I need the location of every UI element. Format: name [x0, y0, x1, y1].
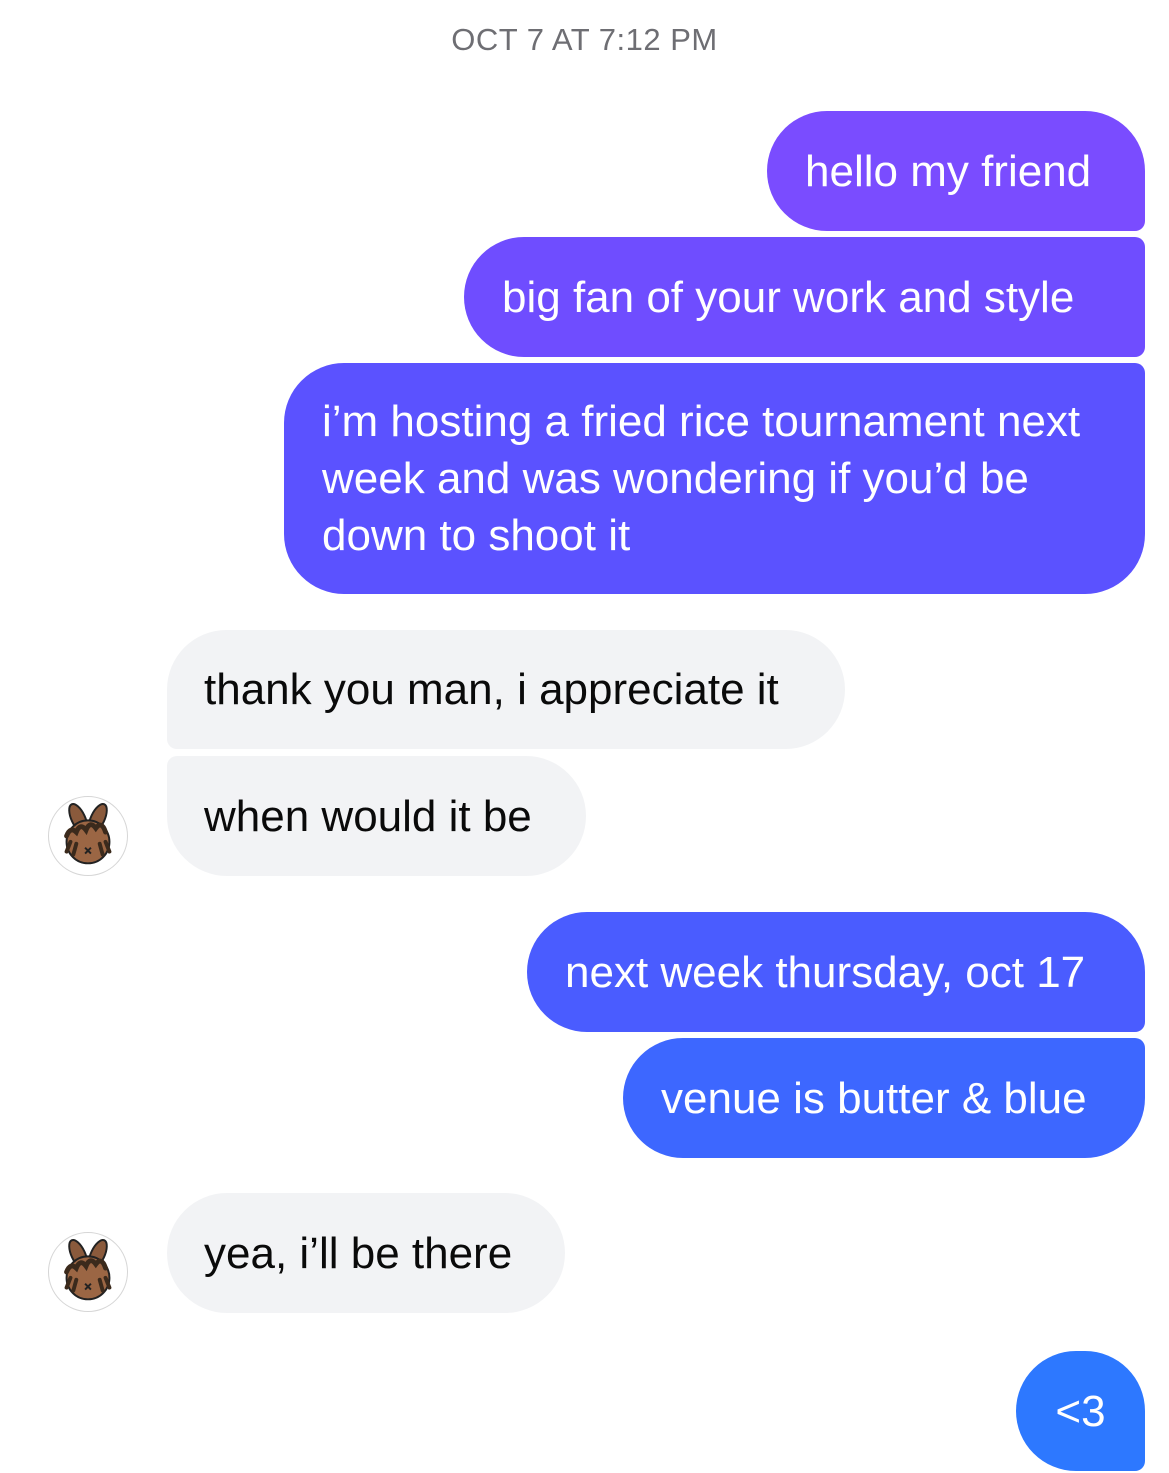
bunny-avatar-icon[interactable] — [48, 1232, 128, 1312]
outgoing-message-bubble[interactable]: next week thursday, oct 17 — [527, 912, 1145, 1032]
message-text: <3 — [1055, 1386, 1106, 1436]
outgoing-message-bubble[interactable]: venue is butter & blue — [623, 1038, 1145, 1158]
message-text: big fan of your work and style — [502, 272, 1075, 322]
message-text: hello my friend — [805, 146, 1092, 196]
incoming-message-bubble[interactable]: when would it be — [167, 756, 586, 876]
message-text: next week thursday, oct 17 — [565, 947, 1086, 997]
message-text: venue is butter & blue — [661, 1073, 1087, 1123]
incoming-message-bubble[interactable]: yea, i’ll be there — [167, 1193, 565, 1313]
outgoing-message-bubble[interactable]: <3 — [1016, 1351, 1145, 1471]
message-timestamp: OCT 7 AT 7:12 PM — [451, 22, 718, 57]
message-text: i’m hosting a fried rice tournament next… — [322, 397, 1081, 560]
bunny-avatar-icon[interactable] — [48, 796, 128, 876]
incoming-message-bubble[interactable]: thank you man, i appreciate it — [167, 630, 845, 749]
outgoing-message-bubble[interactable]: big fan of your work and style — [464, 237, 1145, 357]
message-text: when would it be — [204, 791, 532, 841]
message-text: thank you man, i appreciate it — [204, 665, 779, 714]
message-text: yea, i’ll be there — [204, 1228, 513, 1278]
outgoing-message-bubble[interactable]: hello my friend — [767, 111, 1145, 231]
outgoing-message-bubble[interactable]: i’m hosting a fried rice tournament next… — [284, 363, 1145, 594]
